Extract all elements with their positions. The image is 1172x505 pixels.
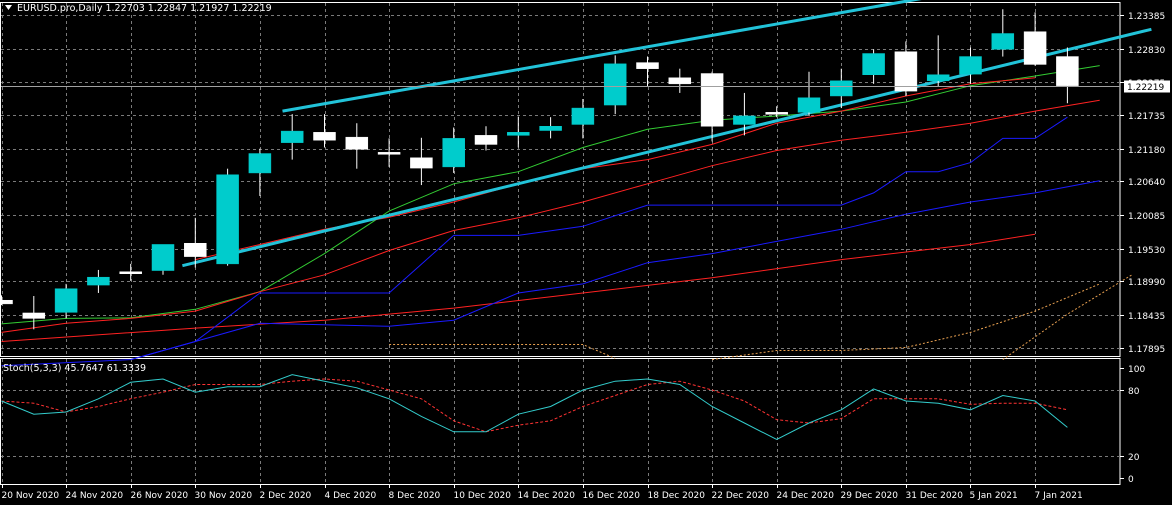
candle-body: [345, 136, 369, 150]
candle-body: [926, 74, 950, 82]
candle-body: [410, 157, 433, 169]
candle-body: [603, 63, 627, 106]
candle: [151, 244, 175, 275]
candle-body: [216, 174, 239, 265]
candle-body: [830, 80, 853, 97]
time-tick-label: 26 Nov 2020: [131, 491, 189, 501]
time-tick-label: 31 Dec 2020: [906, 491, 964, 501]
candle-body: [507, 132, 530, 136]
candle-body: [54, 288, 78, 313]
time-tick-label: 8 Dec 2020: [389, 491, 441, 501]
stoch-tick-label: 80: [1128, 387, 1140, 397]
chart-header: EURUSD.pro,Daily 1.22703 1.22847 1.21927…: [17, 3, 272, 14]
time-tick-label: 30 Nov 2020: [195, 491, 253, 501]
candle-body: [87, 276, 110, 286]
current-price-label: 1.22219: [1127, 83, 1164, 93]
time-tick-label: 4 Dec 2020: [325, 491, 377, 501]
candle-body: [991, 33, 1015, 50]
candle-body: [313, 132, 336, 141]
candle-body: [571, 107, 595, 125]
stoch-tick-label: 20: [1128, 453, 1140, 463]
price-tick-label: 1.21180: [1128, 146, 1165, 156]
candle-body: [377, 152, 401, 155]
candle-body: [668, 77, 692, 85]
time-tick-label: 10 Dec 2020: [454, 491, 512, 501]
candle-body: [539, 126, 562, 131]
candle-body: [862, 53, 885, 75]
time-tick-label: 20 Nov 2020: [2, 491, 60, 501]
time-tick-label: 24 Nov 2020: [66, 491, 124, 501]
candle-body: [797, 97, 821, 113]
candle-body: [280, 130, 304, 143]
price-tick-label: 1.22830: [1128, 46, 1165, 56]
price-tick-label: 1.20640: [1128, 178, 1165, 188]
price-tick-label: 1.23385: [1128, 12, 1165, 22]
time-tick-label: 16 Dec 2020: [583, 491, 641, 501]
candle-body: [474, 135, 498, 145]
price-tick-label: 1.21735: [1128, 112, 1165, 122]
candle-body: [1056, 56, 1079, 86]
price-tick-label: 1.19530: [1128, 246, 1165, 256]
candle-body: [0, 299, 13, 305]
chart-background: [0, 0, 1172, 505]
price-tick-label: 1.20085: [1128, 212, 1165, 222]
price-tick-label: 1.17895: [1128, 345, 1165, 355]
time-tick-label: 14 Dec 2020: [518, 491, 576, 501]
time-tick-label: 2 Dec 2020: [260, 491, 312, 501]
price-tick-label: 1.18990: [1128, 278, 1165, 288]
candle-body: [22, 312, 46, 319]
price-tick-label: 1.18435: [1128, 312, 1165, 322]
candle: [216, 168, 239, 266]
candle-body: [700, 73, 724, 127]
candle-body: [636, 62, 659, 69]
candle-body: [1023, 31, 1047, 65]
candle-body: [248, 153, 272, 174]
candle-body: [119, 271, 142, 274]
time-tick-label: 18 Dec 2020: [648, 491, 706, 501]
candle-body: [151, 244, 175, 271]
time-tick-label: 29 Dec 2020: [841, 491, 899, 501]
time-tick-label: 22 Dec 2020: [712, 491, 770, 501]
time-tick-label: 24 Dec 2020: [777, 491, 835, 501]
candle-body: [442, 138, 465, 168]
stoch-tick-label: 100: [1128, 365, 1145, 375]
stoch-header: Stoch(5,3,3) 45.7647 61.3339: [3, 363, 146, 374]
time-tick-label: 5 Jan 2021: [970, 491, 1018, 501]
stoch-tick-label: 0: [1128, 475, 1134, 485]
candle-body: [959, 56, 982, 75]
candle-body: [184, 243, 207, 257]
time-tick-label: 7 Jan 2021: [1035, 491, 1083, 501]
candle-body: [733, 115, 756, 125]
candle-body: [765, 112, 788, 115]
price-chart: 1.233851.228301.222751.217351.211801.206…: [0, 0, 1172, 505]
candle-body: [894, 51, 918, 92]
